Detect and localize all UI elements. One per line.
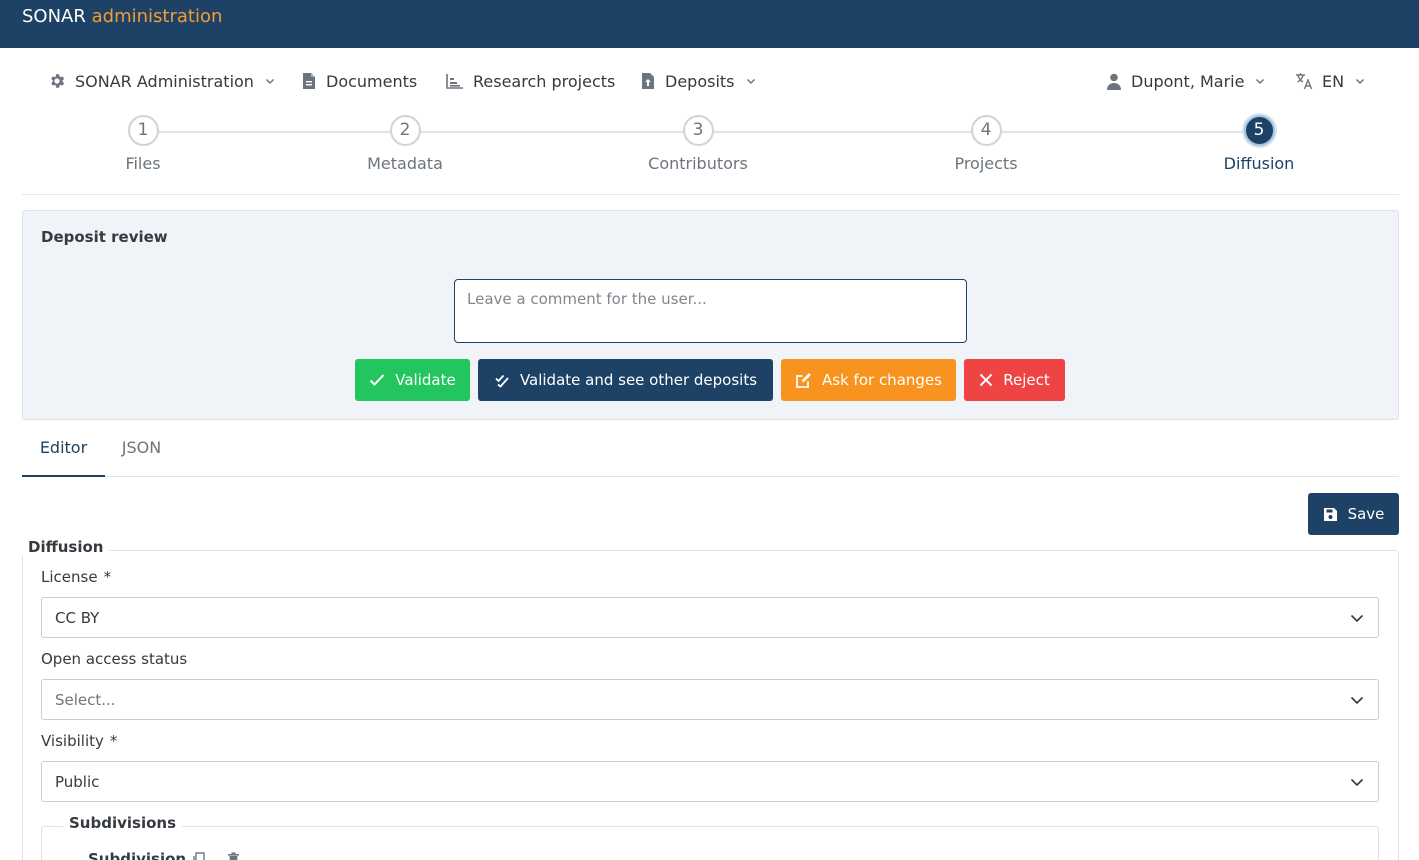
save-label: Save	[1347, 505, 1385, 523]
visibility-label: Visibility *	[41, 732, 117, 750]
brand-name: SONAR	[22, 6, 86, 27]
step-number: 3	[682, 115, 714, 146]
chevron-down-icon	[265, 76, 275, 86]
nav-documents-label: Documents	[326, 71, 418, 91]
chevron-down-icon	[1350, 611, 1364, 625]
user-icon	[1106, 73, 1122, 90]
reject-button[interactable]: Reject	[964, 359, 1065, 401]
edit-icon	[795, 372, 812, 389]
license-select[interactable]: CC BY	[41, 597, 1379, 638]
open-access-status-value: Select...	[55, 691, 116, 709]
step-number: 2	[389, 115, 421, 146]
deposit-review-title: Deposit review	[41, 228, 168, 246]
floppy-icon	[1323, 507, 1338, 522]
top-bar: SONAR administration	[0, 0, 1419, 48]
validate-button[interactable]: Validate	[355, 359, 470, 401]
trash-icon[interactable]	[227, 852, 240, 860]
diffusion-legend: Diffusion	[22, 538, 110, 556]
ask-for-changes-label: Ask for changes	[822, 371, 942, 389]
nav-research-projects-label: Research projects	[473, 71, 616, 91]
close-icon	[979, 373, 993, 387]
required-marker: *	[109, 732, 118, 750]
step-contributors[interactable]: 3 Contributors	[618, 114, 778, 173]
required-marker: *	[103, 568, 112, 586]
validate-and-see-other-deposits-button[interactable]: Validate and see other deposits	[478, 359, 773, 401]
license-value: CC BY	[55, 609, 100, 627]
nav-deposits-menu[interactable]: Deposits	[640, 64, 756, 98]
step-label: Diffusion	[1223, 154, 1295, 173]
reject-label: Reject	[1003, 371, 1050, 389]
license-label-text: License	[41, 568, 98, 586]
file-icon	[301, 72, 317, 90]
chevron-down-icon	[1350, 775, 1364, 789]
open-access-status-label: Open access status	[41, 650, 188, 668]
copy-icon[interactable]	[192, 852, 205, 860]
visibility-select[interactable]: Public	[41, 761, 1379, 802]
open-access-status-select[interactable]: Select...	[41, 679, 1379, 720]
brand-logo[interactable]: SONAR administration	[22, 6, 222, 27]
nav-language-label: EN	[1322, 71, 1345, 91]
main-nav: SONAR Administration Documents Research …	[0, 64, 1419, 98]
chart-icon	[446, 73, 464, 89]
subdivisions-legend: Subdivisions	[63, 814, 182, 832]
step-number: 1	[127, 115, 159, 146]
step-projects[interactable]: 4 Projects	[906, 114, 1066, 173]
step-files[interactable]: 1 Files	[63, 114, 223, 173]
step-label: Metadata	[367, 154, 443, 173]
chevron-down-icon	[746, 76, 756, 86]
double-check-icon	[494, 372, 510, 388]
step-label: Files	[125, 154, 161, 173]
nav-admin-menu[interactable]: SONAR Administration	[48, 64, 275, 98]
step-label: Projects	[954, 154, 1018, 173]
file-upload-icon	[640, 72, 656, 90]
step-metadata[interactable]: 2 Metadata	[325, 114, 485, 173]
deposit-stepper: 1 Files 2 Metadata 3 Contributors 4 Proj…	[22, 114, 1399, 195]
nav-research-projects[interactable]: Research projects	[446, 64, 615, 98]
subdivision-label: Subdivision	[88, 850, 187, 860]
nav-deposits-label: Deposits	[665, 71, 735, 91]
chevron-down-icon	[1350, 693, 1364, 707]
translate-icon	[1295, 72, 1313, 90]
visibility-value: Public	[55, 773, 100, 791]
nav-user-label: Dupont, Marie	[1131, 71, 1245, 91]
ask-for-changes-button[interactable]: Ask for changes	[781, 359, 956, 401]
save-button[interactable]: Save	[1308, 493, 1399, 535]
nav-user-menu[interactable]: Dupont, Marie	[1106, 64, 1265, 98]
step-diffusion[interactable]: 5 Diffusion	[1179, 114, 1339, 173]
visibility-label-text: Visibility	[41, 732, 104, 750]
tab-json[interactable]: JSON	[105, 420, 178, 477]
step-number: 4	[970, 115, 1002, 146]
chevron-down-icon	[1255, 76, 1265, 86]
validate-next-label: Validate and see other deposits	[519, 371, 758, 389]
step-number: 5	[1243, 115, 1275, 146]
tab-editor[interactable]: Editor	[22, 420, 105, 477]
license-label: License *	[41, 568, 111, 586]
gear-icon	[48, 72, 66, 90]
review-comment-input[interactable]	[454, 279, 967, 343]
nav-language-menu[interactable]: EN	[1295, 64, 1365, 98]
validate-label: Validate	[395, 371, 456, 389]
nav-admin-label: SONAR Administration	[75, 71, 254, 91]
editor-tabs: Editor JSON	[22, 420, 1399, 477]
brand-accent: administration	[91, 6, 223, 27]
nav-documents[interactable]: Documents	[301, 64, 417, 98]
deposit-review-panel: Deposit review Validate Validate and see…	[22, 210, 1399, 420]
chevron-down-icon	[1355, 76, 1365, 86]
subdivisions-fieldset	[41, 826, 1379, 860]
check-icon	[369, 373, 385, 387]
step-label: Contributors	[648, 154, 748, 173]
